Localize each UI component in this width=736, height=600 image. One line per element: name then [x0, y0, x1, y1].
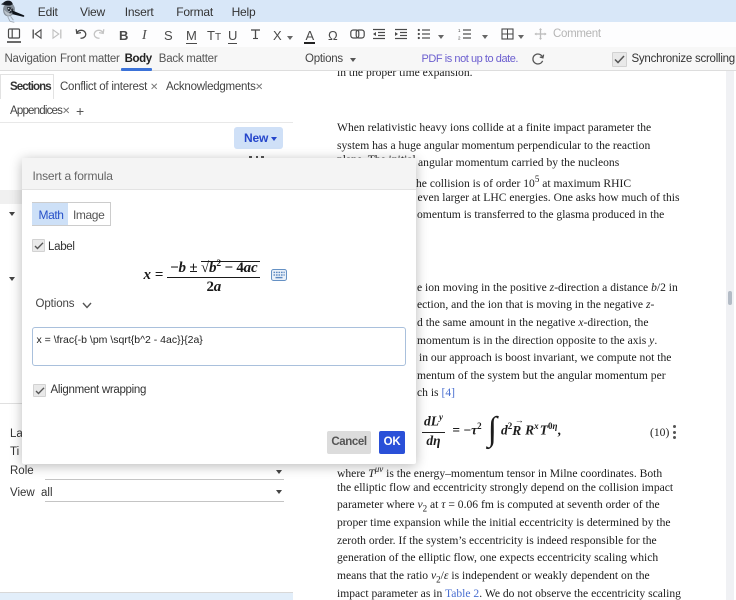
svg-text:1: 1 [458, 28, 461, 33]
svg-text:2: 2 [458, 36, 461, 41]
